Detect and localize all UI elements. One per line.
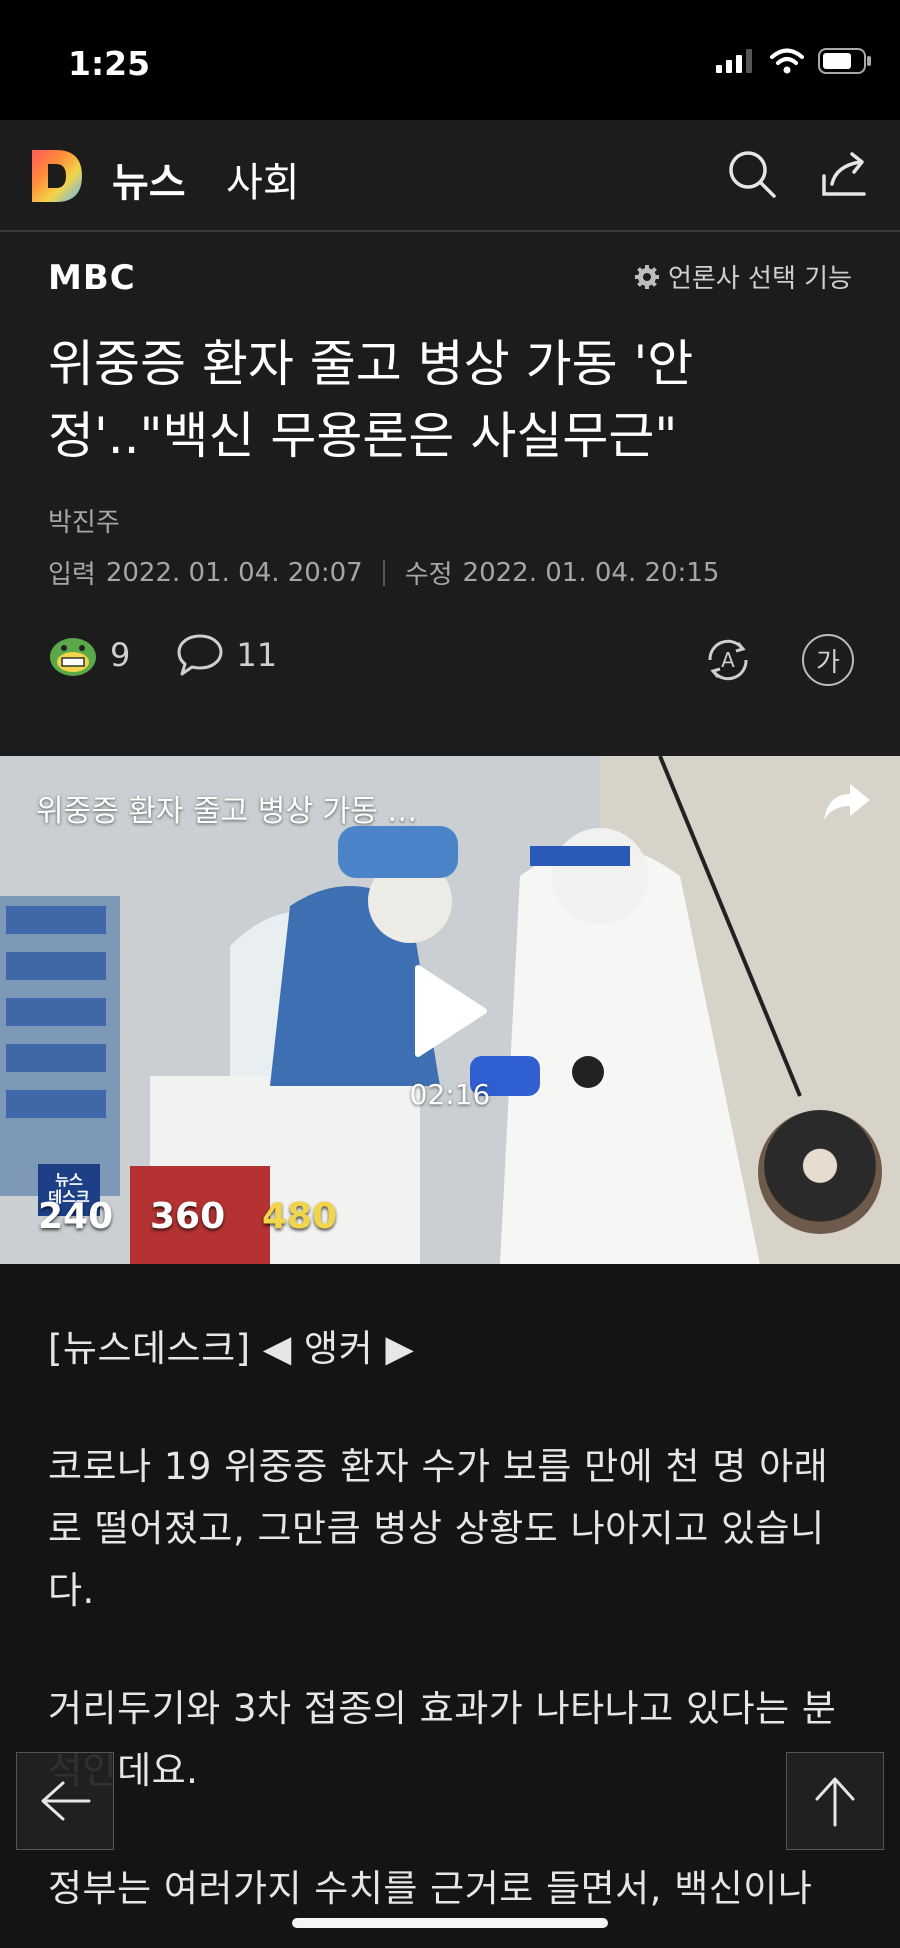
- body-paragraph: 코로나 19 위중증 환자 수가 보름 만에 천 명 아래로 떨어졌고, 그만큼…: [48, 1445, 829, 1612]
- body-paragraph: [뉴스데스크] ◀ 앵커 ▶: [48, 1327, 415, 1370]
- article-body: [뉴스데스크] ◀ 앵커 ▶ 코로나 19 위중증 환자 수가 보름 만에 천 …: [48, 1318, 860, 1948]
- font-size-label: 가: [816, 647, 840, 678]
- video-title: 위중증 환자 줄고 병상 가동 …: [36, 794, 418, 829]
- modified-label: 수정: [404, 560, 453, 590]
- arrow-up-icon: [815, 1777, 855, 1827]
- quality-240[interactable]: 240: [38, 1196, 113, 1237]
- video-duration: 02:16: [409, 1078, 491, 1111]
- play-button[interactable]: [412, 964, 488, 1062]
- battery-icon: [818, 48, 871, 74]
- input-label: 입력: [48, 560, 96, 590]
- daum-logo[interactable]: [28, 146, 86, 206]
- status-time: 1:25: [68, 44, 151, 83]
- search-button[interactable]: [722, 144, 782, 204]
- reaction-button[interactable]: 9: [48, 632, 130, 678]
- signal-icon: [716, 49, 752, 73]
- author[interactable]: 박진주: [48, 502, 120, 539]
- share-icon: [822, 152, 866, 196]
- sign-language-interpreter: [758, 1110, 882, 1234]
- quality-360[interactable]: 360: [150, 1196, 225, 1237]
- status-icons: [716, 48, 872, 74]
- wifi-icon: [770, 48, 804, 74]
- comment-icon: [177, 634, 223, 676]
- body-paragraph: 정부는 여러가지 수치를 근거로 들면서, 백신이나: [48, 1867, 813, 1910]
- screen: 1:25 뉴스 사회 MBC 언론사 선택 기능 위중증 환자 줄고 병상 가동…: [0, 0, 900, 1948]
- comment-button[interactable]: 11: [176, 632, 277, 678]
- search-icon: [729, 151, 776, 198]
- play-icon: [415, 965, 487, 1057]
- home-indicator[interactable]: [292, 1918, 608, 1928]
- body-paragraph: 거리두기와 3차 접종의 효과가 나타나고 있다는 분석인데요.: [48, 1687, 837, 1792]
- headline-line: 위중증 환자 줄고 병상 가동 '안: [48, 335, 694, 393]
- modified-date: 2022. 01. 04. 20:15: [462, 557, 720, 588]
- input-date: 2022. 01. 04. 20:07: [105, 557, 363, 588]
- app-header: 뉴스 사회: [0, 120, 900, 232]
- reaction-count: 9: [110, 636, 131, 674]
- article-dates: 입력 2022. 01. 04. 20:07 수정 2022. 01. 04. …: [48, 554, 719, 591]
- press-logo[interactable]: MBC: [48, 258, 136, 298]
- scroll-top-button[interactable]: [786, 1752, 884, 1850]
- section-title[interactable]: 뉴스: [112, 150, 186, 208]
- share-button[interactable]: [814, 144, 874, 204]
- quality-480[interactable]: 480: [262, 1196, 337, 1237]
- article-header: MBC 언론사 선택 기능 위중증 환자 줄고 병상 가동 '안 정'.."백신…: [0, 232, 900, 756]
- share-arrow-icon: [824, 784, 870, 820]
- arrow-left-icon: [41, 1781, 91, 1821]
- press-select-button[interactable]: 언론사 선택 기능: [634, 258, 852, 295]
- headline-line: 정'.."백신 무용론은 사실무근": [48, 407, 678, 465]
- reaction-row: 9 11: [48, 632, 277, 678]
- back-button[interactable]: [16, 1752, 114, 1850]
- headline: 위중증 환자 줄고 병상 가동 '안 정'.."백신 무용론은 사실무근": [48, 328, 848, 472]
- tts-button[interactable]: A: [702, 634, 754, 686]
- comment-count: 11: [236, 636, 278, 674]
- badge-line: 뉴스: [55, 1171, 83, 1189]
- divider: [382, 559, 385, 586]
- reaction-emoji-icon: [50, 638, 96, 676]
- video-share-button[interactable]: [822, 782, 872, 826]
- status-bar: 1:25: [0, 0, 900, 120]
- text-to-speech-icon: A: [708, 639, 748, 681]
- font-size-button[interactable]: 가: [802, 634, 854, 686]
- subsection-title[interactable]: 사회: [226, 150, 300, 208]
- press-select-label: 언론사 선택 기능: [668, 264, 852, 294]
- gear-icon: [635, 264, 660, 289]
- svg-text:A: A: [721, 648, 735, 672]
- video-player[interactable]: 위중증 환자 줄고 병상 가동 … 02:16 뉴스 데스크 240 360 4…: [0, 756, 900, 1264]
